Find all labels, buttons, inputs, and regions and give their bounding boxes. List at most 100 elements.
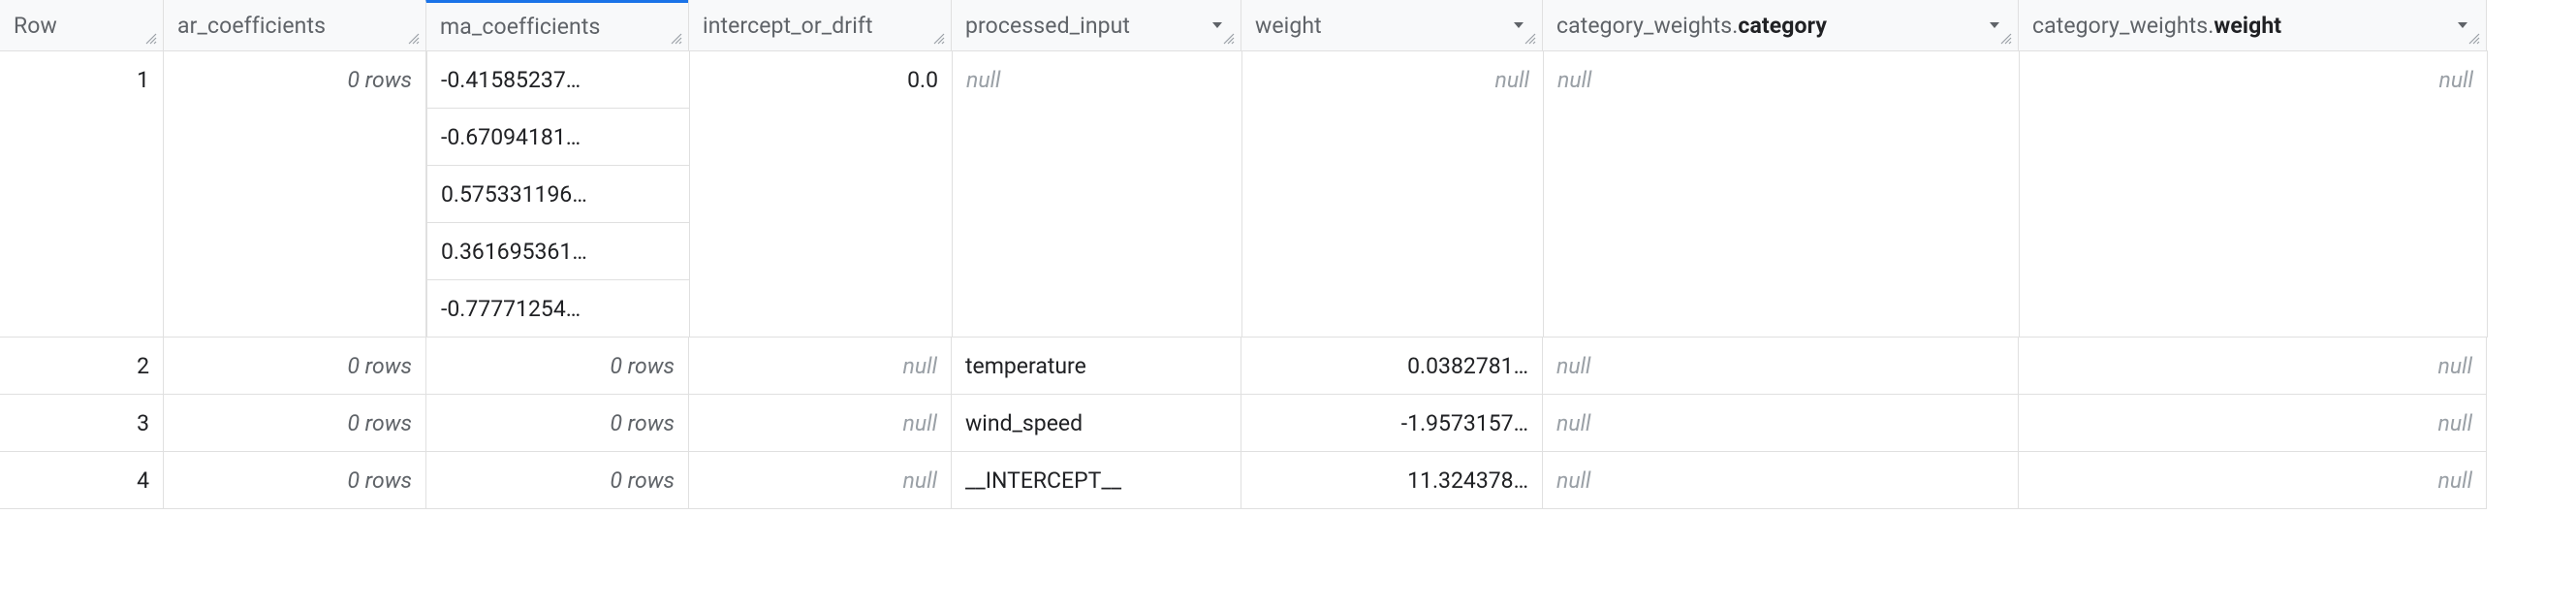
col-header-label: ar_coefficients (177, 13, 412, 39)
resize-handle-icon[interactable] (1998, 31, 2016, 48)
ma-cell: 0 rows (425, 451, 689, 509)
cell-value: __INTERCEPT__ (965, 467, 1121, 494)
processed-input-cell: null (952, 50, 1242, 338)
ma-coefficient-cell: -0.77771254… (426, 279, 690, 338)
cell-value: wind_speed (965, 410, 1083, 436)
cell-value: -1.9573157… (1401, 410, 1528, 436)
category-cell: null (1542, 451, 2019, 509)
table-row: 2 0 rows 0 rows null temperature 0.0382781… nu… (0, 338, 2576, 395)
cell-value: 0.0 (907, 67, 938, 93)
cell-value: temperature (965, 353, 1086, 379)
weight-cell: 0.0382781… (1241, 337, 1543, 395)
col-header-weight[interactable]: weight (1241, 0, 1543, 51)
ma-coefficient-cell: 0.575331196… (426, 165, 690, 223)
resize-handle-icon[interactable] (2466, 31, 2484, 48)
category-weight-cell: null (2019, 50, 2488, 338)
zero-rows-value: 0 rows (347, 410, 412, 436)
cell-value: 11.324378… (1407, 467, 1528, 494)
row-number: 2 (137, 353, 149, 379)
ar-cell: 0 rows (163, 394, 426, 452)
resize-handle-icon[interactable] (669, 31, 686, 48)
col-header-category-weights-weight[interactable]: category_weights.weight (2018, 0, 2487, 51)
col-header-label: weight (1255, 13, 1499, 39)
ma-coefficients-list: -0.41585237… -0.67094181… 0.575331196… 0.36… (426, 51, 690, 338)
col-header-label: ma_coefficients (440, 14, 675, 40)
weight-cell: null (1241, 50, 1544, 338)
col-header-category-weights-category[interactable]: category_weights.category (1542, 0, 2019, 51)
row-number: 3 (137, 410, 149, 436)
null-value: null (1556, 467, 1590, 494)
col-header-label: category_weights.category (1556, 13, 1975, 39)
col-header-label: Row (14, 13, 149, 39)
intercept-cell: null (688, 394, 952, 452)
cell-value: -0.77771254… (441, 296, 581, 322)
zero-rows-value: 0 rows (610, 467, 675, 494)
ar-cell: 0 rows (163, 337, 426, 395)
category-cell: null (1542, 337, 2019, 395)
null-value: null (1557, 67, 1591, 93)
col-header-ma-coefficients[interactable]: ma_coefficients (425, 0, 689, 51)
row-number-cell: 4 (0, 451, 164, 509)
intercept-cell: 0.0 (689, 50, 953, 338)
resize-handle-icon[interactable] (931, 31, 949, 48)
col-header-row[interactable]: Row (0, 0, 164, 51)
intercept-cell: null (688, 337, 952, 395)
table-row: 1 0 rows -0.41585237… -0.67094181… 0.5753311… (0, 51, 2576, 338)
resize-handle-icon[interactable] (143, 31, 161, 48)
null-value: null (2438, 410, 2472, 436)
col-header-processed-input[interactable]: processed_input (951, 0, 1241, 51)
category-cell: null (1542, 394, 2019, 452)
null-value: null (903, 410, 937, 436)
ma-cell: 0 rows (425, 394, 689, 452)
col-header-ar-coefficients[interactable]: ar_coefficients (163, 0, 426, 51)
null-value: null (903, 353, 937, 379)
zero-rows-value: 0 rows (347, 467, 412, 494)
resize-handle-icon[interactable] (1221, 31, 1239, 48)
processed-input-cell: temperature (951, 337, 1241, 395)
weight-cell: -1.9573157… (1241, 394, 1543, 452)
results-table: Row ar_coefficients ma_coefficients inte… (0, 0, 2576, 509)
row-number-cell: 3 (0, 394, 164, 452)
cell-value: -0.41585237… (441, 67, 581, 93)
table-header-row: Row ar_coefficients ma_coefficients inte… (0, 0, 2576, 51)
category-weight-cell: null (2018, 337, 2487, 395)
col-header-label: processed_input (965, 13, 1198, 39)
row-number-cell: 1 (0, 50, 164, 338)
intercept-cell: null (688, 451, 952, 509)
ma-cell: 0 rows (425, 337, 689, 395)
weight-cell: 11.324378… (1241, 451, 1543, 509)
table-row: 3 0 rows 0 rows null wind_speed -1.9573157… nu… (0, 395, 2576, 452)
zero-rows-value: 0 rows (347, 67, 412, 93)
null-value: null (1495, 67, 1529, 93)
ar-cell: 0 rows (163, 451, 426, 509)
resize-handle-icon[interactable] (406, 31, 424, 48)
cell-value: 0.0382781… (1407, 353, 1528, 379)
null-value: null (903, 467, 937, 494)
null-value: null (2438, 467, 2472, 494)
processed-input-cell: __INTERCEPT__ (951, 451, 1241, 509)
null-value: null (1556, 410, 1590, 436)
ma-coefficient-cell: -0.41585237… (426, 50, 690, 109)
col-header-label: intercept_or_drift (703, 13, 937, 39)
category-cell: null (1543, 50, 2020, 338)
null-value: null (2438, 353, 2472, 379)
table-body: 1 0 rows -0.41585237… -0.67094181… 0.5753311… (0, 51, 2576, 509)
resize-handle-icon[interactable] (1523, 31, 1540, 48)
category-weight-cell: null (2018, 394, 2487, 452)
zero-rows-value: 0 rows (610, 410, 675, 436)
processed-input-cell: wind_speed (951, 394, 1241, 452)
ma-coefficient-cell: -0.67094181… (426, 108, 690, 166)
null-value: null (1556, 353, 1590, 379)
null-value: null (2439, 67, 2473, 93)
category-weight-cell: null (2018, 451, 2487, 509)
row-number-cell: 2 (0, 337, 164, 395)
row-number: 1 (137, 67, 149, 93)
row-number: 4 (137, 467, 149, 494)
col-header-intercept-or-drift[interactable]: intercept_or_drift (688, 0, 952, 51)
ar-cell: 0 rows (163, 50, 426, 338)
ma-coefficient-cell: 0.361695361… (426, 222, 690, 280)
cell-value: 0.575331196… (441, 181, 587, 208)
table-row: 4 0 rows 0 rows null __INTERCEPT__ 11.324378…… (0, 452, 2576, 509)
zero-rows-value: 0 rows (347, 353, 412, 379)
cell-value: 0.361695361… (441, 239, 587, 265)
